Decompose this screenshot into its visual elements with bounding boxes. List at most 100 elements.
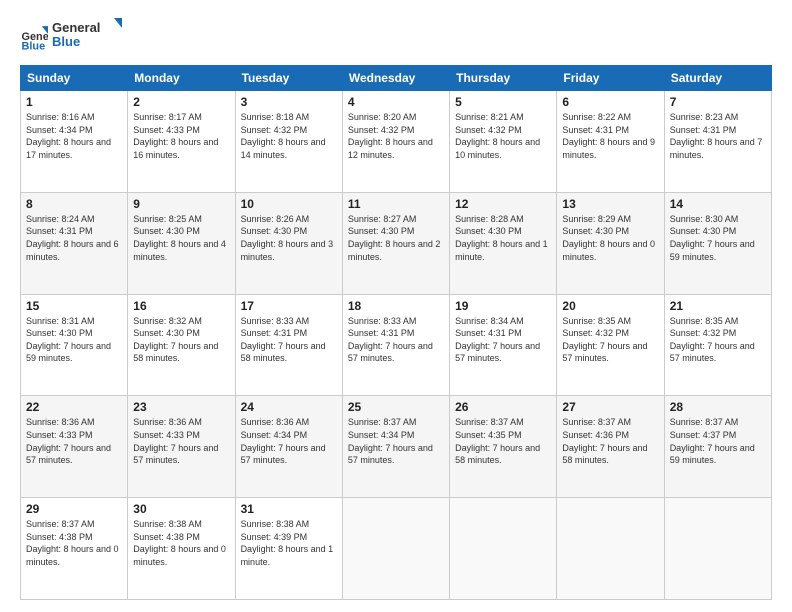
svg-text:Blue: Blue (22, 40, 46, 51)
day-number: 12 (455, 197, 551, 211)
day-info: Sunrise: 8:33 AM Sunset: 4:31 PM Dayligh… (241, 315, 337, 365)
day-number: 28 (670, 400, 766, 414)
calendar-cell: 28 Sunrise: 8:37 AM Sunset: 4:37 PM Dayli… (664, 396, 771, 498)
calendar-cell: 22Sunrise: 8:36 AM Sunset: 4:33 PM Dayli… (21, 396, 128, 498)
day-info: Sunrise: 8:16 AM Sunset: 4:34 PM Dayligh… (26, 111, 122, 161)
calendar-week-1: 1Sunrise: 8:16 AM Sunset: 4:34 PM Daylig… (21, 91, 772, 193)
calendar-cell: 7 Sunrise: 8:23 AM Sunset: 4:31 PM Daylig… (664, 91, 771, 193)
day-info: Sunrise: 8:36 AM Sunset: 4:33 PM Dayligh… (133, 416, 229, 466)
calendar-cell: 4 Sunrise: 8:20 AM Sunset: 4:32 PM Daylig… (342, 91, 449, 193)
day-info: Sunrise: 8:25 AM Sunset: 4:30 PM Dayligh… (133, 213, 229, 263)
day-info: Sunrise: 8:38 AM Sunset: 4:38 PM Dayligh… (133, 518, 229, 568)
calendar-header-thursday: Thursday (450, 66, 557, 91)
calendar-cell (342, 498, 449, 600)
day-info: Sunrise: 8:35 AM Sunset: 4:32 PM Dayligh… (562, 315, 658, 365)
day-info: Sunrise: 8:32 AM Sunset: 4:30 PM Dayligh… (133, 315, 229, 365)
calendar-header-saturday: Saturday (664, 66, 771, 91)
calendar-cell (664, 498, 771, 600)
day-info: Sunrise: 8:37 AM Sunset: 4:36 PM Dayligh… (562, 416, 658, 466)
day-info: Sunrise: 8:36 AM Sunset: 4:33 PM Dayligh… (26, 416, 122, 466)
day-number: 10 (241, 197, 337, 211)
day-info: Sunrise: 8:28 AM Sunset: 4:30 PM Dayligh… (455, 213, 551, 263)
calendar-header-monday: Monday (128, 66, 235, 91)
day-info: Sunrise: 8:37 AM Sunset: 4:38 PM Dayligh… (26, 518, 122, 568)
day-info: Sunrise: 8:38 AM Sunset: 4:39 PM Dayligh… (241, 518, 337, 568)
day-number: 16 (133, 299, 229, 313)
calendar-cell: 27 Sunrise: 8:37 AM Sunset: 4:36 PM Dayli… (557, 396, 664, 498)
logo-icon: General Blue (20, 23, 48, 51)
calendar-cell (450, 498, 557, 600)
day-number: 7 (670, 95, 766, 109)
day-info: Sunrise: 8:24 AM Sunset: 4:31 PM Dayligh… (26, 213, 122, 263)
calendar-header-sunday: Sunday (21, 66, 128, 91)
calendar-week-2: 8 Sunrise: 8:24 AM Sunset: 4:31 PM Daylig… (21, 192, 772, 294)
day-info: Sunrise: 8:20 AM Sunset: 4:32 PM Dayligh… (348, 111, 444, 161)
calendar-cell: 11 Sunrise: 8:27 AM Sunset: 4:30 PM Dayli… (342, 192, 449, 294)
calendar-cell: 26 Sunrise: 8:37 AM Sunset: 4:35 PM Dayli… (450, 396, 557, 498)
day-number: 6 (562, 95, 658, 109)
calendar-table: SundayMondayTuesdayWednesdayThursdayFrid… (20, 65, 772, 600)
day-number: 11 (348, 197, 444, 211)
calendar-cell: 15 Sunrise: 8:31 AM Sunset: 4:30 PM Dayli… (21, 294, 128, 396)
calendar-cell: 3 Sunrise: 8:18 AM Sunset: 4:32 PM Daylig… (235, 91, 342, 193)
calendar-cell: 10Sunrise: 8:26 AM Sunset: 4:30 PM Dayli… (235, 192, 342, 294)
day-info: Sunrise: 8:18 AM Sunset: 4:32 PM Dayligh… (241, 111, 337, 161)
day-number: 21 (670, 299, 766, 313)
calendar-cell: 24 Sunrise: 8:36 AM Sunset: 4:34 PM Dayli… (235, 396, 342, 498)
day-number: 19 (455, 299, 551, 313)
day-number: 4 (348, 95, 444, 109)
day-info: Sunrise: 8:37 AM Sunset: 4:35 PM Dayligh… (455, 416, 551, 466)
day-number: 13 (562, 197, 658, 211)
day-info: Sunrise: 8:21 AM Sunset: 4:32 PM Dayligh… (455, 111, 551, 161)
calendar-cell: 1Sunrise: 8:16 AM Sunset: 4:34 PM Daylig… (21, 91, 128, 193)
day-info: Sunrise: 8:23 AM Sunset: 4:31 PM Dayligh… (670, 111, 766, 161)
calendar-cell: 9Sunrise: 8:25 AM Sunset: 4:30 PM Daylig… (128, 192, 235, 294)
calendar-cell: 2 Sunrise: 8:17 AM Sunset: 4:33 PM Daylig… (128, 91, 235, 193)
day-number: 18 (348, 299, 444, 313)
logo-svg: General Blue (52, 16, 122, 52)
day-info: Sunrise: 8:37 AM Sunset: 4:37 PM Dayligh… (670, 416, 766, 466)
calendar-week-5: 29Sunrise: 8:37 AM Sunset: 4:38 PM Dayli… (21, 498, 772, 600)
calendar-cell: 23 Sunrise: 8:36 AM Sunset: 4:33 PM Dayli… (128, 396, 235, 498)
calendar-cell: 21 Sunrise: 8:35 AM Sunset: 4:32 PM Dayli… (664, 294, 771, 396)
calendar-cell: 13 Sunrise: 8:29 AM Sunset: 4:30 PM Dayli… (557, 192, 664, 294)
calendar-header-tuesday: Tuesday (235, 66, 342, 91)
day-number: 3 (241, 95, 337, 109)
day-number: 27 (562, 400, 658, 414)
calendar-cell (557, 498, 664, 600)
day-info: Sunrise: 8:36 AM Sunset: 4:34 PM Dayligh… (241, 416, 337, 466)
day-number: 15 (26, 299, 122, 313)
calendar-header-row: SundayMondayTuesdayWednesdayThursdayFrid… (21, 66, 772, 91)
calendar-cell: 16 Sunrise: 8:32 AM Sunset: 4:30 PM Dayli… (128, 294, 235, 396)
calendar-header-wednesday: Wednesday (342, 66, 449, 91)
day-info: Sunrise: 8:22 AM Sunset: 4:31 PM Dayligh… (562, 111, 658, 161)
page: General Blue General Blue SundayMondayTu… (0, 0, 792, 612)
day-info: Sunrise: 8:17 AM Sunset: 4:33 PM Dayligh… (133, 111, 229, 161)
calendar-cell: 25Sunrise: 8:37 AM Sunset: 4:34 PM Dayli… (342, 396, 449, 498)
day-info: Sunrise: 8:30 AM Sunset: 4:30 PM Dayligh… (670, 213, 766, 263)
day-number: 14 (670, 197, 766, 211)
calendar-cell: 31Sunrise: 8:38 AM Sunset: 4:39 PM Dayli… (235, 498, 342, 600)
calendar-cell: 8 Sunrise: 8:24 AM Sunset: 4:31 PM Daylig… (21, 192, 128, 294)
day-number: 23 (133, 400, 229, 414)
day-number: 26 (455, 400, 551, 414)
header: General Blue General Blue (20, 16, 772, 57)
day-info: Sunrise: 8:29 AM Sunset: 4:30 PM Dayligh… (562, 213, 658, 263)
day-number: 2 (133, 95, 229, 109)
calendar-cell: 14 Sunrise: 8:30 AM Sunset: 4:30 PM Dayli… (664, 192, 771, 294)
day-number: 17 (241, 299, 337, 313)
day-number: 24 (241, 400, 337, 414)
day-number: 30 (133, 502, 229, 516)
calendar-cell: 19 Sunrise: 8:34 AM Sunset: 4:31 PM Dayli… (450, 294, 557, 396)
day-info: Sunrise: 8:31 AM Sunset: 4:30 PM Dayligh… (26, 315, 122, 365)
day-info: Sunrise: 8:35 AM Sunset: 4:32 PM Dayligh… (670, 315, 766, 365)
day-info: Sunrise: 8:34 AM Sunset: 4:31 PM Dayligh… (455, 315, 551, 365)
calendar-cell: 5Sunrise: 8:21 AM Sunset: 4:32 PM Daylig… (450, 91, 557, 193)
day-info: Sunrise: 8:33 AM Sunset: 4:31 PM Dayligh… (348, 315, 444, 365)
day-number: 8 (26, 197, 122, 211)
svg-text:General: General (52, 20, 100, 35)
calendar-week-3: 15 Sunrise: 8:31 AM Sunset: 4:30 PM Dayli… (21, 294, 772, 396)
calendar-cell: 20Sunrise: 8:35 AM Sunset: 4:32 PM Dayli… (557, 294, 664, 396)
day-info: Sunrise: 8:27 AM Sunset: 4:30 PM Dayligh… (348, 213, 444, 263)
calendar-cell: 17 Sunrise: 8:33 AM Sunset: 4:31 PM Dayli… (235, 294, 342, 396)
